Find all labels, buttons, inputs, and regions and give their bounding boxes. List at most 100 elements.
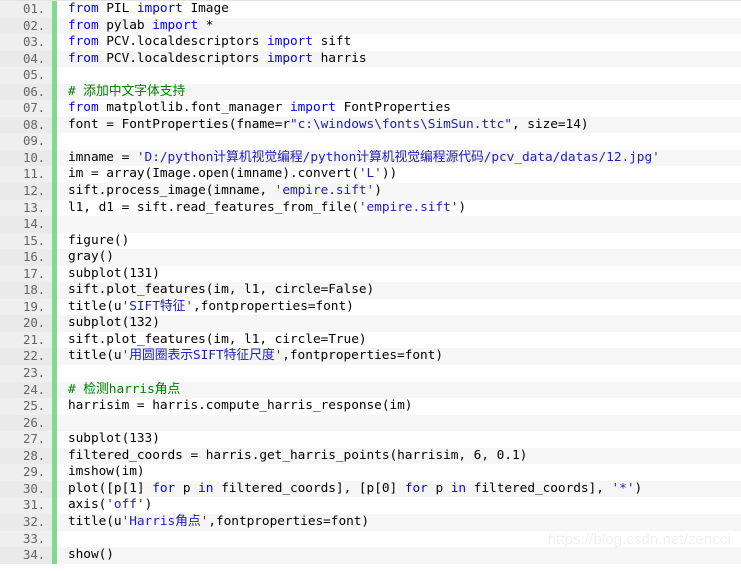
token-pln: im = array(Image.open(imname).convert( bbox=[68, 166, 359, 182]
token-pln: imname = bbox=[68, 149, 137, 165]
token-pln: figure() bbox=[68, 232, 130, 248]
token-str: 'L' bbox=[358, 166, 382, 182]
code-line[interactable]: 34. show() bbox=[0, 547, 741, 564]
token-com: # 检测harris角点 bbox=[68, 381, 181, 397]
code-line[interactable]: 32. title(u'Harris角点',fontproperties=font… bbox=[0, 513, 741, 531]
gutter-gap bbox=[57, 183, 68, 200]
code-line[interactable]: 21. sift.plot_features(im, l1, circle=Tru… bbox=[0, 331, 741, 349]
code-line[interactable]: 09. bbox=[0, 133, 741, 150]
code-line[interactable]: 28. filtered_coords = harris.get_harris_p… bbox=[0, 447, 741, 465]
token-pln: sift bbox=[312, 34, 352, 50]
code-line[interactable]: 25. harrisim = harris.compute_harris_resp… bbox=[0, 398, 741, 415]
code-line-text: imshow(im) bbox=[68, 464, 741, 481]
code-line[interactable]: 19. title(u'SIFT特征',fontproperties=font) bbox=[0, 298, 741, 316]
code-line[interactable]: 01. from PIL import Image bbox=[0, 1, 741, 18]
code-line[interactable]: 27. subplot(133) bbox=[0, 431, 741, 448]
code-line[interactable]: 30. plot([p[1] for p in filtered_coords],… bbox=[0, 480, 741, 498]
token-pln: matplotlib.font_manager bbox=[98, 100, 290, 116]
code-line[interactable]: 08. font = FontProperties(fname=r"c:\wind… bbox=[0, 116, 741, 134]
gutter-gap bbox=[57, 266, 68, 283]
token-pln: FontProperties bbox=[335, 100, 451, 116]
token-pln: pylab bbox=[98, 17, 153, 33]
token-pln: l1, d1 = sift.read_features_from_file( bbox=[68, 199, 359, 215]
token-pln: p bbox=[427, 480, 451, 496]
token-pln: sift.process_image(imname, bbox=[68, 183, 275, 199]
token-str: '*' bbox=[611, 480, 635, 496]
code-line-text bbox=[68, 67, 741, 84]
code-line[interactable]: 07. from matplotlib.font_manager import F… bbox=[0, 100, 741, 117]
line-number: 23. bbox=[0, 365, 52, 382]
line-number: 32. bbox=[0, 513, 52, 531]
code-line[interactable]: 23. bbox=[0, 365, 741, 382]
code-line-text: from PCV.localdescriptors import sift bbox=[68, 34, 741, 51]
gutter-gap bbox=[57, 51, 68, 68]
code-line[interactable]: 31. axis('off') bbox=[0, 497, 741, 514]
token-kw: from bbox=[68, 100, 99, 116]
code-line-text: sift.process_image(imname, 'empire.sift'… bbox=[68, 183, 741, 200]
gutter-gap bbox=[57, 150, 68, 167]
token-pln: filtered_coords], bbox=[466, 480, 612, 496]
token-pln: , size=14) bbox=[511, 116, 589, 132]
token-kw: from bbox=[68, 34, 99, 50]
code-line[interactable]: 11. im = array(Image.open(imname).convert… bbox=[0, 166, 741, 184]
code-line[interactable]: 12. sift.process_image(imname, 'empire.si… bbox=[0, 183, 741, 200]
token-kw: from bbox=[68, 50, 99, 66]
token-pln: ) bbox=[634, 480, 643, 496]
code-line[interactable]: 05. bbox=[0, 67, 741, 84]
code-viewer[interactable]: 01. from PIL import Image 02. from pylab im… bbox=[0, 0, 741, 571]
token-pln: title(u bbox=[68, 513, 122, 529]
code-line[interactable]: 13. l1, d1 = sift.read_features_from_file… bbox=[0, 199, 741, 217]
code-line[interactable]: 17. subplot(131) bbox=[0, 265, 741, 283]
code-line[interactable]: 29. imshow(im) bbox=[0, 464, 741, 481]
code-line[interactable]: 10. imname = 'D:/python计算机视觉编程/python计算机视… bbox=[0, 149, 741, 167]
line-number: 30. bbox=[0, 480, 52, 498]
token-kw: import bbox=[152, 17, 199, 33]
code-line-text: figure() bbox=[68, 233, 741, 250]
code-line[interactable]: 20. subplot(132) bbox=[0, 315, 741, 332]
code-line[interactable]: 14. bbox=[0, 216, 741, 233]
code-line[interactable]: 06. # 添加中文字体支持 bbox=[0, 83, 741, 101]
line-number: 01. bbox=[0, 1, 52, 18]
token-pln: font = FontProperties(fname=r bbox=[68, 116, 290, 132]
token-kw: for bbox=[404, 480, 428, 496]
code-line-text: subplot(131) bbox=[68, 266, 741, 283]
code-line-text: axis('off') bbox=[68, 497, 741, 514]
code-line-text: plot([p[1] for p in filtered_coords], [p… bbox=[68, 481, 741, 498]
code-line-text: from matplotlib.font_manager import Font… bbox=[68, 100, 741, 117]
code-line[interactable]: 03. from PCV.localdescriptors import sift bbox=[0, 34, 741, 51]
line-number: 03. bbox=[0, 34, 52, 51]
line-number: 27. bbox=[0, 431, 52, 448]
gutter-gap bbox=[57, 216, 68, 233]
line-number: 05. bbox=[0, 67, 52, 84]
token-pln: sift.plot_features(im, l1, circle=True) bbox=[68, 331, 367, 347]
code-line-text: from PIL import Image bbox=[68, 1, 741, 18]
gutter-gap bbox=[57, 315, 68, 332]
code-line[interactable]: 33. bbox=[0, 530, 741, 548]
gutter-gap bbox=[57, 431, 68, 448]
line-number: 14. bbox=[0, 216, 52, 233]
code-line[interactable]: 16. gray() bbox=[0, 249, 741, 266]
token-pln: axis( bbox=[68, 497, 107, 513]
token-str: 'empire.sift' bbox=[358, 199, 459, 215]
token-pln: sift.plot_features(im, l1, circle=False) bbox=[68, 282, 375, 298]
token-pln: ,fontproperties=font) bbox=[282, 348, 443, 364]
token-pln: subplot(131) bbox=[68, 265, 160, 281]
code-line[interactable]: 26. bbox=[0, 414, 741, 432]
line-number: 20. bbox=[0, 315, 52, 332]
code-line[interactable]: 02. from pylab import * bbox=[0, 17, 741, 35]
code-line[interactable]: 24. # 检测harris角点 bbox=[0, 381, 741, 399]
token-q: ' bbox=[185, 298, 194, 314]
token-pln: title(u bbox=[68, 298, 122, 314]
gutter-gap bbox=[57, 448, 68, 465]
code-line[interactable]: 15. figure() bbox=[0, 232, 741, 250]
line-number: 29. bbox=[0, 464, 52, 481]
gutter-gap bbox=[57, 1, 68, 18]
code-line-text: title(u'Harris角点',fontproperties=font) bbox=[68, 514, 741, 531]
token-pln: harris bbox=[312, 50, 367, 66]
code-line[interactable]: 18. sift.plot_features(im, l1, circle=Fal… bbox=[0, 282, 741, 299]
code-line-text: subplot(132) bbox=[68, 315, 741, 332]
line-number: 11. bbox=[0, 166, 52, 184]
token-pln: p bbox=[175, 480, 199, 496]
code-line[interactable]: 22. title(u'用圆圈表示SIFT特征尺度',fontproperties… bbox=[0, 348, 741, 366]
code-line[interactable]: 04. from PCV.localdescriptors import harr… bbox=[0, 50, 741, 68]
